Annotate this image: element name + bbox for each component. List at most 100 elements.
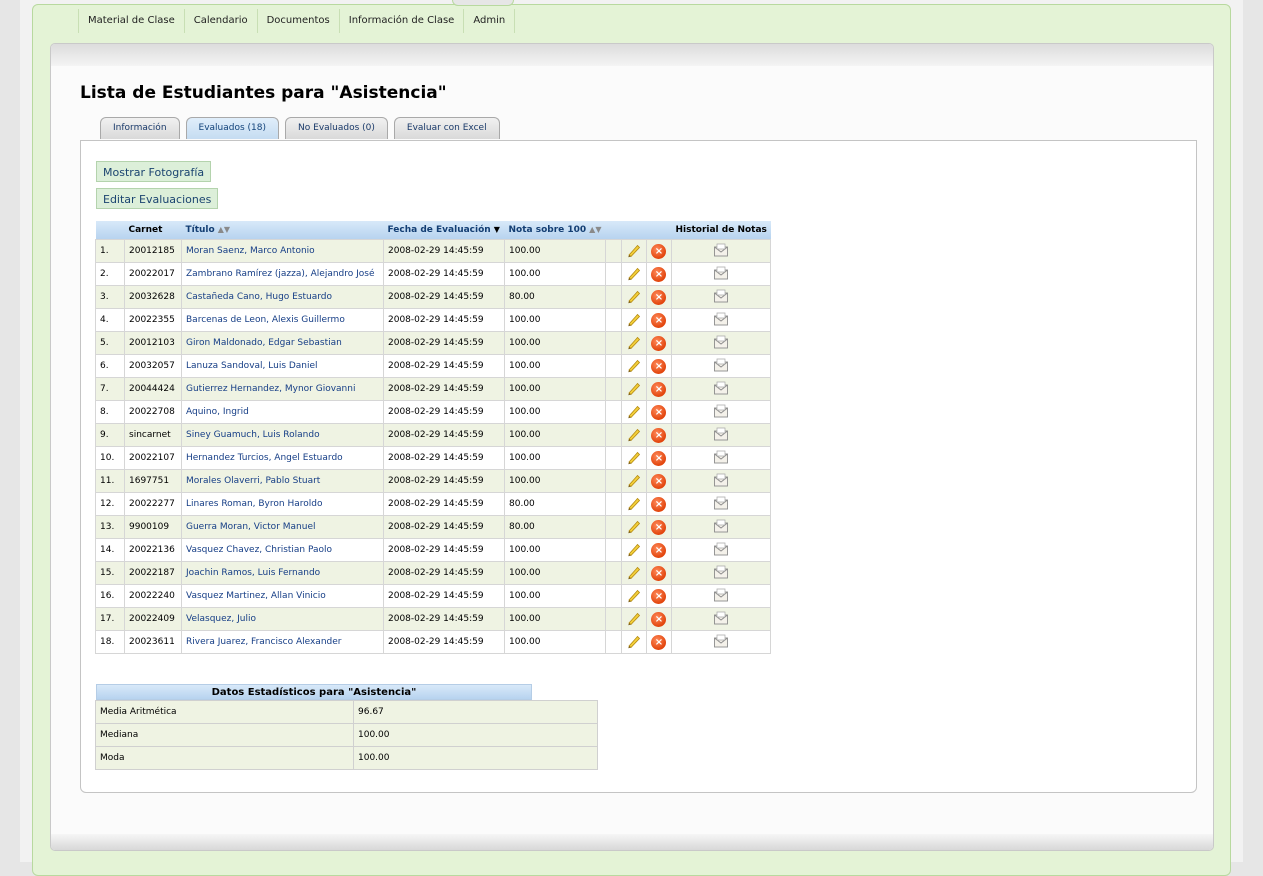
pencil-icon[interactable] xyxy=(626,587,642,603)
pencil-icon[interactable] xyxy=(626,403,642,419)
delete-icon[interactable]: × xyxy=(651,634,667,650)
row-student-name-link[interactable]: Zambrano Ramírez (jazza), Alejandro José xyxy=(181,262,384,286)
pencil-icon[interactable] xyxy=(626,426,642,442)
show-photo-button[interactable]: Mostrar Fotografía xyxy=(96,161,212,182)
history-envelope-icon[interactable] xyxy=(713,588,729,602)
tab-informacion[interactable]: Información xyxy=(100,117,180,139)
history-envelope-icon[interactable] xyxy=(713,266,729,280)
row-edit-cell xyxy=(620,492,647,516)
delete-icon[interactable]: × xyxy=(651,611,667,627)
pencil-icon[interactable] xyxy=(626,564,642,580)
pencil-icon[interactable] xyxy=(626,357,642,373)
nav-material-de-clase[interactable]: Material de Clase xyxy=(78,9,184,33)
row-student-name-link[interactable]: Vasquez Martinez, Allan Vinicio xyxy=(181,584,384,608)
col-grade-header[interactable]: Nota sobre 100 ▲▼ xyxy=(504,221,606,240)
pencil-icon[interactable] xyxy=(626,265,642,281)
pencil-icon[interactable] xyxy=(626,472,642,488)
row-history-cell xyxy=(670,354,772,378)
pencil-icon[interactable] xyxy=(626,380,642,396)
row-student-name-link[interactable]: Hernandez Turcios, Angel Estuardo xyxy=(181,446,384,470)
row-student-name-link[interactable]: Guerra Moran, Victor Manuel xyxy=(181,515,384,539)
row-student-name-link[interactable]: Gutierrez Hernandez, Mynor Giovanni xyxy=(181,377,384,401)
history-envelope-icon[interactable] xyxy=(713,611,729,625)
history-envelope-icon[interactable] xyxy=(713,243,729,257)
history-envelope-icon[interactable] xyxy=(713,565,729,579)
row-student-name-link[interactable]: Barcenas de Leon, Alexis Guillermo xyxy=(181,308,384,332)
delete-icon[interactable]: × xyxy=(651,404,667,420)
history-envelope-icon[interactable] xyxy=(713,404,729,418)
pencil-icon[interactable] xyxy=(626,242,642,258)
row-student-name-link[interactable]: Vasquez Chavez, Christian Paolo xyxy=(181,538,384,562)
row-spacer xyxy=(604,469,622,493)
history-envelope-icon[interactable] xyxy=(713,634,729,648)
delete-icon[interactable]: × xyxy=(651,496,667,512)
tab-evaluados[interactable]: Evaluados (18) xyxy=(185,117,280,139)
row-number: 14. xyxy=(95,538,125,562)
row-student-name-link[interactable]: Lanuza Sandoval, Luis Daniel xyxy=(181,354,384,378)
history-envelope-icon[interactable] xyxy=(713,473,729,487)
history-envelope-icon[interactable] xyxy=(713,335,729,349)
tab-evaluar-con-excel[interactable]: Evaluar con Excel xyxy=(393,117,500,139)
table-row: 8. 20022708 Aquino, Ingrid 2008-02-29 14:45… xyxy=(95,400,772,424)
row-student-name-link[interactable]: Joachin Ramos, Luis Fernando xyxy=(181,561,384,585)
history-envelope-icon[interactable] xyxy=(713,358,729,372)
history-envelope-icon[interactable] xyxy=(713,427,729,441)
pencil-icon[interactable] xyxy=(626,288,642,304)
history-envelope-icon[interactable] xyxy=(713,496,729,510)
edit-evaluations-button[interactable]: Editar Evaluaciones xyxy=(96,188,219,209)
row-spacer xyxy=(604,400,622,424)
pencil-icon[interactable] xyxy=(626,495,642,511)
row-student-name-link[interactable]: Siney Guamuch, Luis Rolando xyxy=(181,423,384,447)
delete-icon[interactable]: × xyxy=(651,542,667,558)
row-eval-date: 2008-02-29 14:45:59 xyxy=(383,239,505,263)
row-carnet: 20032057 xyxy=(124,354,182,378)
nav-admin[interactable]: Admin xyxy=(463,9,516,33)
pencil-icon[interactable] xyxy=(626,449,642,465)
nav-documentos[interactable]: Documentos xyxy=(256,9,339,33)
row-carnet: 1697751 xyxy=(124,469,182,493)
row-student-name-link[interactable]: Moran Saenz, Marco Antonio xyxy=(181,239,384,263)
delete-icon[interactable]: × xyxy=(651,519,667,535)
row-student-name-link[interactable]: Rivera Juarez, Francisco Alexander xyxy=(181,630,384,654)
pencil-icon[interactable] xyxy=(626,518,642,534)
history-envelope-icon[interactable] xyxy=(713,381,729,395)
nav-calendario[interactable]: Calendario xyxy=(183,9,257,33)
row-student-name-link[interactable]: Giron Maldonado, Edgar Sebastian xyxy=(181,331,384,355)
delete-icon[interactable]: × xyxy=(651,266,667,282)
history-envelope-icon[interactable] xyxy=(713,312,729,326)
history-envelope-icon[interactable] xyxy=(713,450,729,464)
delete-icon[interactable]: × xyxy=(651,289,667,305)
history-envelope-icon[interactable] xyxy=(713,289,729,303)
stats-label: Mediana xyxy=(95,723,354,747)
delete-icon[interactable]: × xyxy=(651,473,667,489)
col-title-header[interactable]: Título ▲▼ xyxy=(181,221,384,240)
row-student-name-link[interactable]: Linares Roman, Byron Haroldo xyxy=(181,492,384,516)
row-student-name-link[interactable]: Velasquez, Julio xyxy=(181,607,384,631)
nav-informacion-de-clase[interactable]: Información de Clase xyxy=(338,9,464,33)
table-row: 7. 20044424 Gutierrez Hernandez, Mynor Gio… xyxy=(95,377,772,401)
delete-icon[interactable]: × xyxy=(651,427,667,443)
history-envelope-icon[interactable] xyxy=(713,519,729,533)
col-date-header[interactable]: Fecha de Evaluación ▼ xyxy=(383,221,505,240)
delete-icon[interactable]: × xyxy=(651,565,667,581)
row-edit-cell xyxy=(620,377,647,401)
tab-no-evaluados[interactable]: No Evaluados (0) xyxy=(285,117,388,139)
row-student-name-link[interactable]: Castañeda Cano, Hugo Estuardo xyxy=(181,285,384,309)
pencil-icon[interactable] xyxy=(626,610,642,626)
table-row: 10. 20022107 Hernandez Turcios, Angel Estu… xyxy=(95,446,772,470)
delete-icon[interactable]: × xyxy=(651,450,667,466)
delete-icon[interactable]: × xyxy=(651,381,667,397)
table-row: 17. 20022409 Velasquez, Julio 2008-02-29 14… xyxy=(95,607,772,631)
delete-icon[interactable]: × xyxy=(651,243,667,259)
pencil-icon[interactable] xyxy=(626,633,642,649)
pencil-icon[interactable] xyxy=(626,334,642,350)
delete-icon[interactable]: × xyxy=(651,335,667,351)
history-envelope-icon[interactable] xyxy=(713,542,729,556)
row-student-name-link[interactable]: Aquino, Ingrid xyxy=(181,400,384,424)
pencil-icon[interactable] xyxy=(626,311,642,327)
delete-icon[interactable]: × xyxy=(651,312,667,328)
pencil-icon[interactable] xyxy=(626,541,642,557)
row-student-name-link[interactable]: Morales Olaverri, Pablo Stuart xyxy=(181,469,384,493)
delete-icon[interactable]: × xyxy=(651,358,667,374)
delete-icon[interactable]: × xyxy=(651,588,667,604)
